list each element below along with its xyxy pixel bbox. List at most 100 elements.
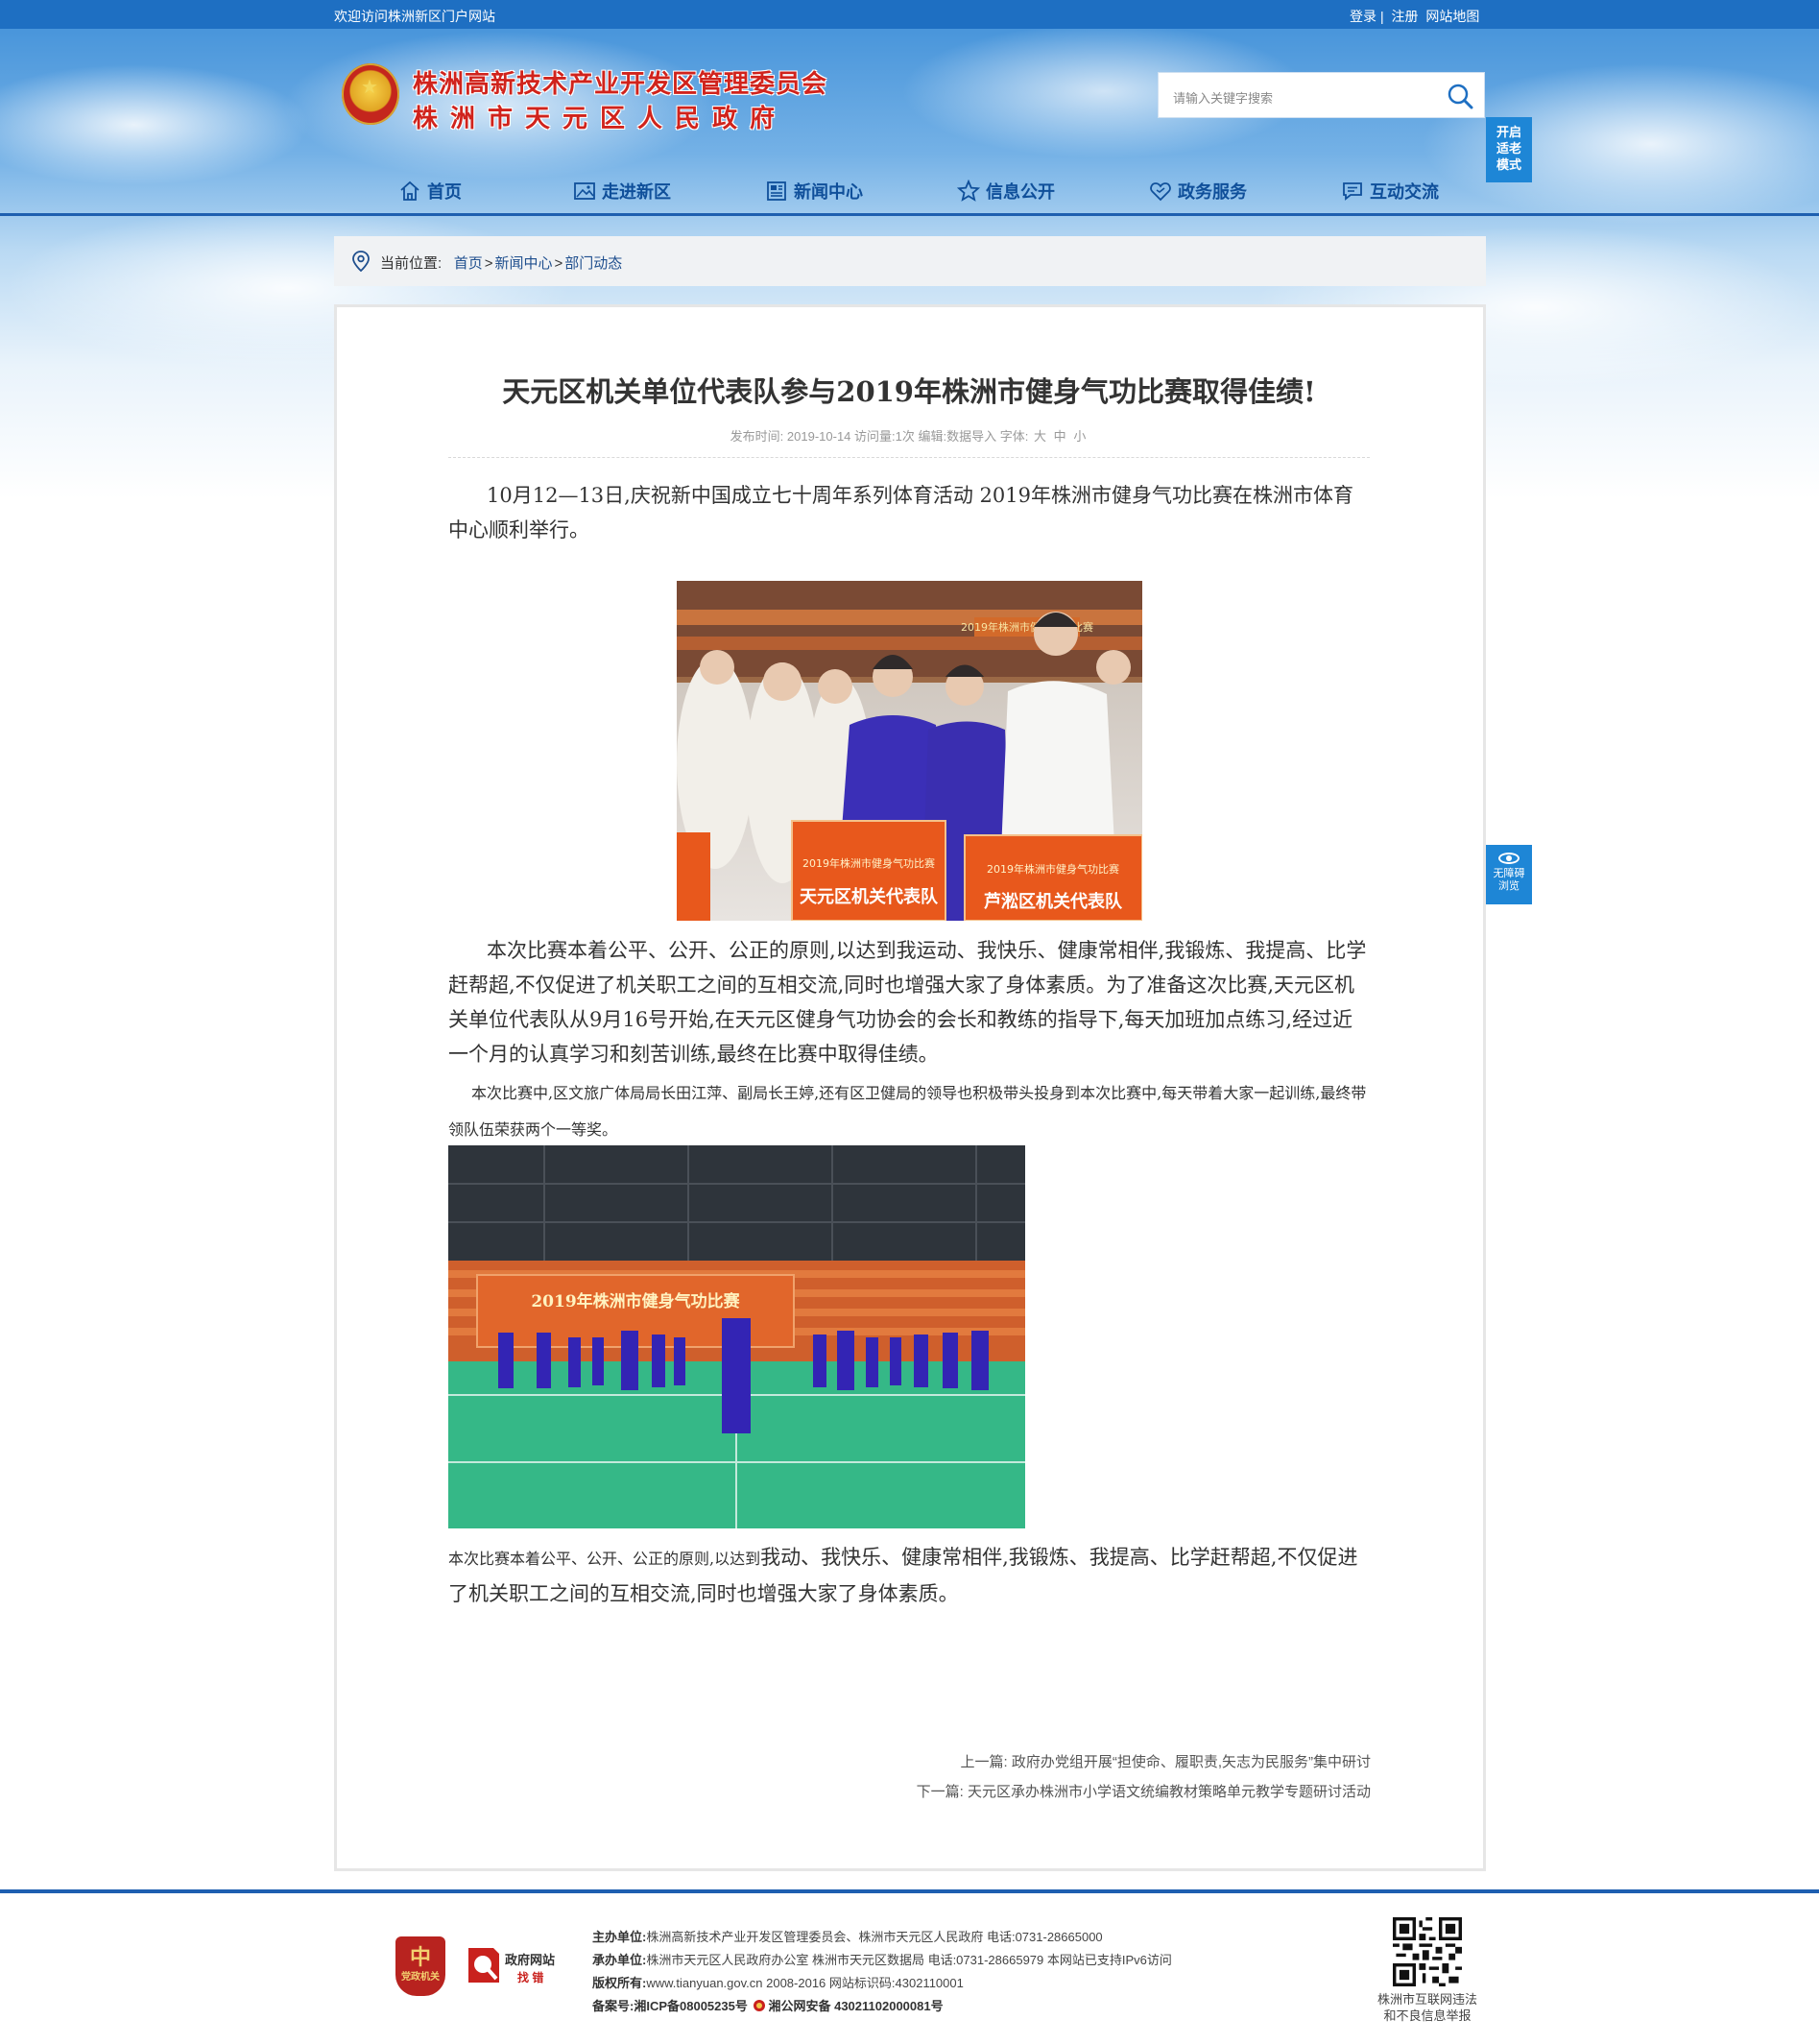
search-box[interactable]: 请输入关键字搜索 — [1158, 72, 1485, 118]
font-size-large[interactable]: 大 — [1034, 429, 1046, 444]
gov-site-error-badge[interactable]: 政府网站 找 错 — [465, 1944, 565, 1992]
meta-divider — [448, 457, 1370, 458]
nav-item-info[interactable]: 信息公开 — [910, 171, 1102, 211]
breadcrumb-separator: > — [554, 255, 563, 272]
elderly-mode-text-2: 适老 — [1496, 141, 1521, 156]
icp-label: 备案号: — [592, 1999, 634, 2013]
nav-label-info: 信息公开 — [986, 182, 1055, 202]
police-badge-icon — [754, 2000, 766, 2011]
elderly-mode-text-3: 模式 — [1496, 157, 1521, 172]
national-emblem-icon[interactable] — [342, 63, 399, 125]
footer-undertake-line: 承办单位:株洲市天元区人民政府办公室 株洲市天元区数据局 电话:0731-286… — [592, 1949, 1172, 1972]
news-icon — [767, 181, 786, 201]
photo1-sign-right-title: 芦淞区机关代表队 — [984, 891, 1123, 912]
top-bar: 欢迎访问株洲新区门户网站 登录 | 注册 网站地图 — [0, 0, 1819, 29]
breadcrumb-trail: 当前位置: 首页 > 新闻中心 > 部门动态 — [380, 252, 622, 273]
accessibility-text-2: 浏览 — [1498, 880, 1520, 892]
main-nav: 首页 走进新区 新闻中心 信息公开 政务服务 互动交流 — [334, 171, 1486, 211]
site-header: 株洲高新技术产业开发区管理委员会 株洲市天元区人民政府 — [334, 53, 872, 139]
nav-item-news[interactable]: 新闻中心 — [718, 171, 910, 211]
photo-team-illustration: 2019年株洲市健身气功比赛 2019年株洲市健身气功比赛 天元区机关代表队 2… — [677, 581, 1142, 921]
login-link[interactable]: 登录 — [1350, 9, 1376, 24]
photo2-banner: 2019年株洲市健身气功比赛 — [531, 1291, 740, 1311]
party-gov-badge[interactable]: 中 党政机关 — [395, 1936, 445, 1996]
search-icon[interactable] — [1446, 82, 1474, 110]
publish-date: 2019-10-14 — [786, 429, 851, 444]
article-paragraph-2: 本次比赛本着公平、公开、公正的原则,以达到我运动、我快乐、健康常相伴,我锻炼、我… — [448, 939, 1367, 1066]
qr-code-icon[interactable] — [1393, 1917, 1462, 1986]
undertake-value: 株洲市天元区人民政府办公室 株洲市天元区数据局 电话:0731-28665979… — [646, 1953, 1172, 1967]
article-paragraph-1: 10月12—13日,庆祝新中国成立七十周年系列体育活动 2019年株洲市健身气功… — [448, 484, 1353, 541]
photo1-sign-right-banner: 2019年株洲市健身气功比赛 — [987, 862, 1119, 876]
photo-performance-illustration: 2019年株洲市健身气功比赛 — [448, 1145, 1025, 1528]
views-label: 访问量: — [854, 429, 896, 444]
next-article-link[interactable]: 下一篇: 天元区承办株洲市小学语文统编教材策略单元教学专题研讨活动 — [917, 1781, 1371, 1801]
nav-label-about: 走进新区 — [602, 182, 671, 202]
copyright-value: www.tianyuan.gov.cn 2008-2016 网站标识码:4302… — [646, 1976, 964, 1990]
find-error-text: 找 错 — [517, 1971, 544, 1984]
host-value: 株洲高新技术产业开发区管理委员会、株洲市天元区人民政府 电话:0731-2866… — [646, 1930, 1103, 1944]
location-pin-icon — [352, 251, 370, 272]
party-gov-badge-text: 党政机关 — [401, 1972, 440, 1983]
prev-article-link[interactable]: 上一篇: 政府办党组开展“担使命、履职责,矢志为民服务”集中研讨 — [960, 1751, 1371, 1771]
footer-host-line: 主办单位:株洲高新技术产业开发区管理委员会、株洲市天元区人民政府 电话:0731… — [592, 1926, 1172, 1949]
star-icon — [957, 180, 980, 202]
nav-item-home[interactable]: 首页 — [334, 171, 526, 211]
breadcrumb-label: 当前位置: — [380, 255, 443, 272]
register-link[interactable]: 注册 — [1392, 9, 1419, 24]
site-title-line1[interactable]: 株洲高新技术产业开发区管理委员会 — [413, 64, 827, 100]
party-gov-badge-char: 中 — [409, 1945, 431, 1969]
editor-label: 编辑: — [918, 429, 947, 444]
article-paragraph-3: 本次比赛中,区文旅广体局局长田江萍、副局长王婷,还有区卫健局的领导也积极带头投身… — [448, 1084, 1367, 1139]
accessibility-button[interactable]: 无障碍 浏览 — [1486, 845, 1532, 904]
nav-underline — [0, 213, 1819, 216]
heart-icon — [1150, 182, 1171, 202]
breadcrumb-home[interactable]: 首页 — [454, 255, 483, 272]
next-title[interactable]: 天元区承办株洲市小学语文统编教材策略单元教学专题研讨活动 — [968, 1784, 1371, 1800]
eye-icon — [1498, 853, 1520, 864]
icp-value[interactable]: 湘ICP备08005235号 — [634, 1999, 748, 2013]
host-label: 主办单位: — [592, 1930, 647, 1944]
nav-item-about[interactable]: 走进新区 — [526, 171, 718, 211]
publish-label: 发布时间: — [730, 429, 784, 444]
font-size-medium[interactable]: 中 — [1054, 429, 1066, 444]
article-photo-performance: 2019年株洲市健身气功比赛 — [448, 1145, 1025, 1528]
nav-item-service[interactable]: 政务服务 — [1102, 171, 1294, 211]
top-link-separator: | — [1380, 9, 1384, 24]
elderly-mode-button[interactable]: 开启 适老 模式 — [1486, 117, 1532, 182]
editor-name: 数据导入 — [946, 429, 997, 444]
elderly-mode-text-1: 开启 — [1496, 125, 1521, 139]
footer-copyright-line: 版权所有:www.tianyuan.gov.cn 2008-2016 网站标识码… — [592, 1972, 1172, 1995]
nav-label-home: 首页 — [427, 182, 462, 202]
site-title-line2[interactable]: 株洲市天元区人民政府 — [413, 99, 787, 134]
font-size-label: 字体: — [999, 429, 1029, 444]
breadcrumb-dept[interactable]: 部门动态 — [564, 255, 622, 272]
prev-label: 上一篇: — [960, 1754, 1008, 1770]
search-input[interactable]: 请输入关键字搜索 — [1173, 88, 1273, 107]
breadcrumb-news[interactable]: 新闻中心 — [494, 255, 552, 272]
sitemap-link[interactable]: 网站地图 — [1425, 9, 1479, 24]
views-count: 1次 — [895, 429, 915, 444]
next-label: 下一篇: — [916, 1784, 964, 1800]
prev-title[interactable]: 政府办党组开展“担使命、履职责,矢志为民服务”集中研讨 — [1012, 1754, 1371, 1770]
home-icon — [400, 180, 419, 201]
font-size-small[interactable]: 小 — [1073, 429, 1086, 444]
photo1-sign-left-title: 天元区机关代表队 — [800, 886, 939, 907]
footer-icp-line: 备案号:湘ICP备08005235号 湘公网安备 43021102000081号 — [592, 1995, 1172, 2018]
top-links: 登录 | 注册 网站地图 — [1350, 7, 1483, 26]
nav-item-interact[interactable]: 互动交流 — [1294, 171, 1486, 211]
nav-label-service: 政务服务 — [1178, 182, 1247, 202]
nav-label-interact: 互动交流 — [1370, 182, 1439, 202]
undertake-label: 承办单位: — [592, 1953, 647, 1967]
footer-info: 主办单位:株洲高新技术产业开发区管理委员会、株洲市天元区人民政府 电话:0731… — [592, 1926, 1172, 2018]
picture-icon — [574, 182, 595, 200]
nav-label-news: 新闻中心 — [794, 182, 863, 202]
qr-caption: 株洲市互联网违法 和不良信息举报 — [1363, 1991, 1492, 2024]
welcome-text: 欢迎访问株洲新区门户网站 — [334, 9, 495, 24]
article-meta: 发布时间: 2019-10-14 访问量:1次 编辑:数据导入 字体: 大 中 … — [448, 426, 1370, 445]
police-value[interactable]: 湘公网安备 43021102000081号 — [768, 1999, 943, 2013]
qr-caption-line1: 株洲市互联网违法 — [1376, 1992, 1477, 2007]
magnifier-icon — [468, 1948, 499, 1983]
article-paragraph-4: 本次比赛本着公平、公开、公正的原则,以达到我动、我快乐、健康常相伴,我锻炼、我提… — [448, 1540, 1372, 1611]
gov-site-text: 政府网站 — [505, 1953, 556, 1967]
